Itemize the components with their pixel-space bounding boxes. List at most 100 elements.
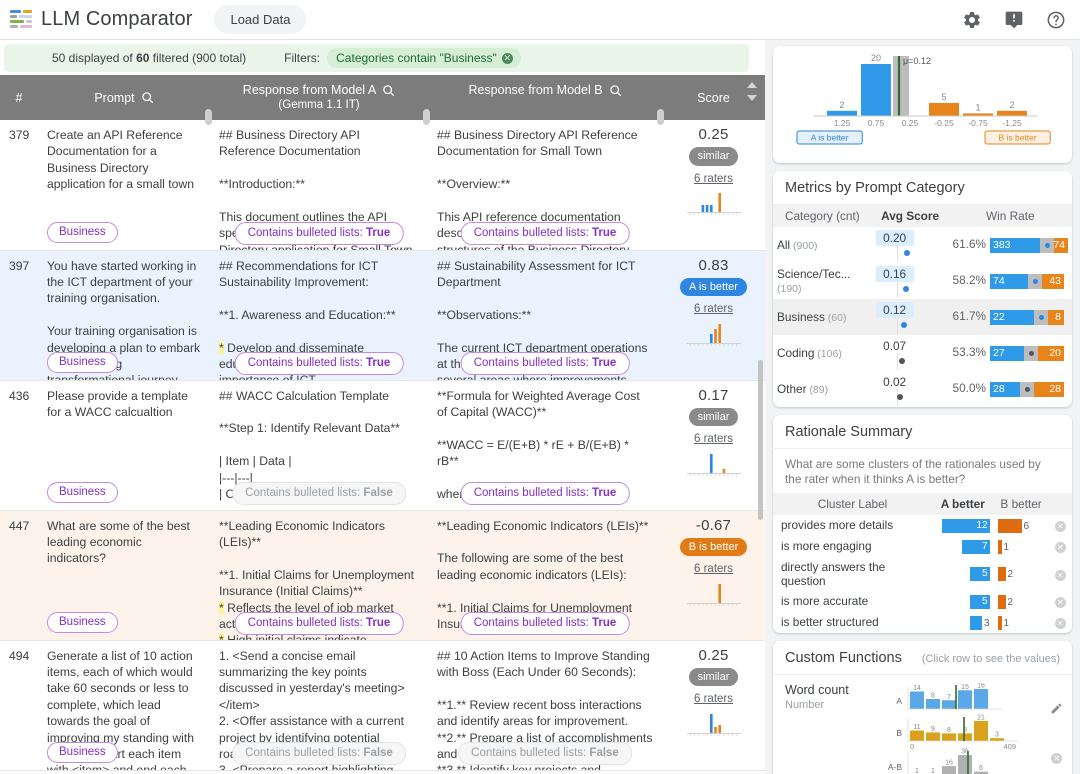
remove-cluster-icon[interactable]: ✕	[1055, 618, 1066, 629]
response-a-cell[interactable]: 1. <Send a concise email summarizing the…	[210, 640, 428, 770]
category-tag[interactable]: Business	[47, 612, 118, 632]
col-header-model-b[interactable]: Response from Model B	[428, 75, 662, 120]
score-value: -0.67	[671, 518, 756, 534]
response-a-cell[interactable]: **Leading Economic Indicators (LEIs)** *…	[210, 510, 428, 640]
gear-icon[interactable]	[962, 10, 982, 30]
table-vertical-scrollbar[interactable]	[758, 360, 763, 520]
rationale-row[interactable]: provides more details126✕	[773, 515, 1072, 536]
prompt-cell[interactable]: You have started working in the ICT depa…	[38, 250, 210, 380]
metrics-win-rate: 61.7%228	[949, 299, 1072, 335]
svg-text:A is better: A is better	[811, 133, 849, 143]
col-header-score-label: Score	[697, 91, 730, 105]
prompt-cell[interactable]: Generate a list of 10 action items, each…	[38, 640, 210, 770]
custom-functions-hint: (Click row to see the values)	[922, 653, 1060, 665]
rationale-row[interactable]: directly answers the question52✕	[773, 557, 1072, 591]
ties-segment	[1024, 346, 1038, 361]
sort-arrows[interactable]	[747, 82, 757, 101]
column-resize-handle-b[interactable]	[423, 109, 430, 125]
search-icon[interactable]	[141, 91, 154, 104]
custom-function-badge: Contains bulleted lists: True	[461, 352, 630, 374]
raters-link[interactable]: 6 raters	[671, 301, 756, 317]
custom-function-row[interactable]: Word countNumberA14871516B119882130409A-…	[773, 675, 1072, 774]
custom-function-badge: Contains bulleted lists: True	[461, 482, 630, 504]
column-resize-handle-score[interactable]	[657, 109, 664, 125]
score-distribution-card: 220512μ=0.121.250.750.25-0.25-0.75-1.25A…	[773, 46, 1072, 163]
remove-cluster-icon[interactable]: ✕	[1055, 521, 1066, 532]
prompt-cell[interactable]: What are some of the best leading econom…	[38, 510, 210, 640]
metrics-row[interactable]: Other (89)0.0250.0%2828	[773, 371, 1072, 407]
prompt-cell[interactable]: Create an API Reference Documentation fo…	[38, 120, 210, 250]
win-rate-percent: 61.7%	[953, 309, 990, 323]
custom-function-badge: Contains bulleted lists: True	[235, 222, 404, 244]
llm-comparator-app: LLM Comparator Load Data 50 displayed of…	[0, 0, 1080, 774]
sort-ascending-icon[interactable]	[747, 82, 757, 88]
rationale-row[interactable]: is more accurate52✕	[773, 591, 1072, 612]
col-header-index[interactable]: #	[0, 75, 38, 120]
metrics-row[interactable]: All (900)0.2061.6%38374	[773, 227, 1072, 263]
search-icon[interactable]	[382, 84, 395, 97]
metrics-row[interactable]: Science/Tec... (190)0.1658.2%7443	[773, 263, 1072, 299]
load-data-button[interactable]: Load Data	[214, 5, 306, 34]
svg-text:14: 14	[913, 685, 921, 692]
remove-cluster-icon[interactable]: ✕	[1055, 597, 1066, 608]
table-row[interactable]: 436Please provide a template for a WACC …	[0, 380, 765, 510]
help-icon[interactable]	[1046, 10, 1066, 30]
metrics-card-title: Metrics by Prompt Category	[773, 171, 1072, 205]
raters-link[interactable]: 6 raters	[671, 171, 756, 187]
score-sparkline	[683, 712, 745, 738]
category-tag[interactable]: Business	[47, 222, 118, 242]
column-resize-handle-a[interactable]	[205, 109, 212, 125]
category-tag[interactable]: Business	[47, 482, 118, 502]
col-header-model-a[interactable]: Response from Model A (Gemma 1.1 IT)	[210, 75, 428, 120]
response-a-cell[interactable]: ## WACC Calculation Template **Step 1: I…	[210, 380, 428, 510]
category-tag[interactable]: Business	[47, 742, 118, 762]
search-icon[interactable]	[609, 84, 622, 97]
remove-cluster-icon[interactable]: ✕	[1055, 542, 1066, 553]
win-rate-percent: 53.3%	[953, 345, 990, 359]
b-better-bar	[998, 616, 1002, 630]
table-row[interactable]: 379Create an API Reference Documentation…	[0, 120, 765, 250]
raters-link[interactable]: 6 raters	[671, 691, 756, 707]
edit-icon[interactable]	[1050, 702, 1063, 715]
remove-cluster-icon[interactable]: ✕	[1055, 570, 1066, 581]
raters-link[interactable]: 6 raters	[671, 431, 756, 447]
response-b-cell[interactable]: **Formula for Weighted Average Cost of C…	[428, 380, 662, 510]
metrics-row[interactable]: Coding (106)0.0753.3%2720	[773, 335, 1072, 371]
response-b-cell[interactable]: ## Business Directory API Reference Docu…	[428, 120, 662, 250]
raters-link[interactable]: 6 raters	[671, 561, 756, 577]
filter-chip-categories[interactable]: Categories contain "Business" ✕	[327, 48, 521, 68]
prompt-cell[interactable]: Please provide a template for a WACC cal…	[38, 380, 210, 510]
remove-function-icon[interactable]: ✕	[1051, 753, 1062, 764]
response-b-cell[interactable]: ## 10 Action Items to Improve Standing w…	[428, 640, 662, 770]
table-row[interactable]: 397You have started working in the ICT d…	[0, 250, 765, 380]
avg-score-dot	[899, 358, 905, 364]
table-scroll-area[interactable]: # Prompt Response from Model A	[0, 75, 765, 774]
rationale-row[interactable]: is more engaging71✕	[773, 536, 1072, 557]
category-tag[interactable]: Business	[47, 352, 118, 372]
response-a-cell[interactable]: ## Business Directory API Reference Docu…	[210, 120, 428, 250]
avg-score-dot	[901, 322, 907, 328]
metrics-row[interactable]: Business (60)0.1261.7%228	[773, 299, 1072, 335]
rationale-row[interactable]: is better structured31✕	[773, 612, 1072, 633]
svg-text:1: 1	[915, 768, 919, 774]
rationale-table-body: provides more details126✕is more engagin…	[773, 515, 1072, 633]
col-header-prompt[interactable]: Prompt	[38, 75, 210, 120]
close-icon[interactable]: ✕	[502, 53, 513, 64]
cluster-label: is better structured	[773, 612, 932, 633]
svg-text:409: 409	[1003, 742, 1016, 751]
svg-text:-1.25: -1.25	[1002, 118, 1022, 128]
table-row[interactable]: 494Generate a list of 10 action items, e…	[0, 640, 765, 770]
ties-segment	[1034, 310, 1048, 325]
badge-label: Contains bulleted lists:	[474, 487, 592, 499]
filters-label: Filters:	[284, 51, 320, 65]
svg-text:1.25: 1.25	[834, 118, 851, 128]
score-value: 0.83	[671, 258, 756, 274]
row-index: 397	[0, 250, 38, 380]
response-a-cell[interactable]: ## Recommendations for ICT Sustainabilit…	[210, 250, 428, 380]
feedback-icon[interactable]	[1004, 10, 1024, 30]
table-row[interactable]: 447What are some of the best leading eco…	[0, 510, 765, 640]
response-b-cell[interactable]: **Leading Economic Indicators (LEIs)** T…	[428, 510, 662, 640]
response-b-cell[interactable]: ## Sustainability Assessment for ICT Dep…	[428, 250, 662, 380]
sort-descending-icon[interactable]	[747, 95, 757, 101]
col-header-score[interactable]: Score	[662, 75, 765, 120]
